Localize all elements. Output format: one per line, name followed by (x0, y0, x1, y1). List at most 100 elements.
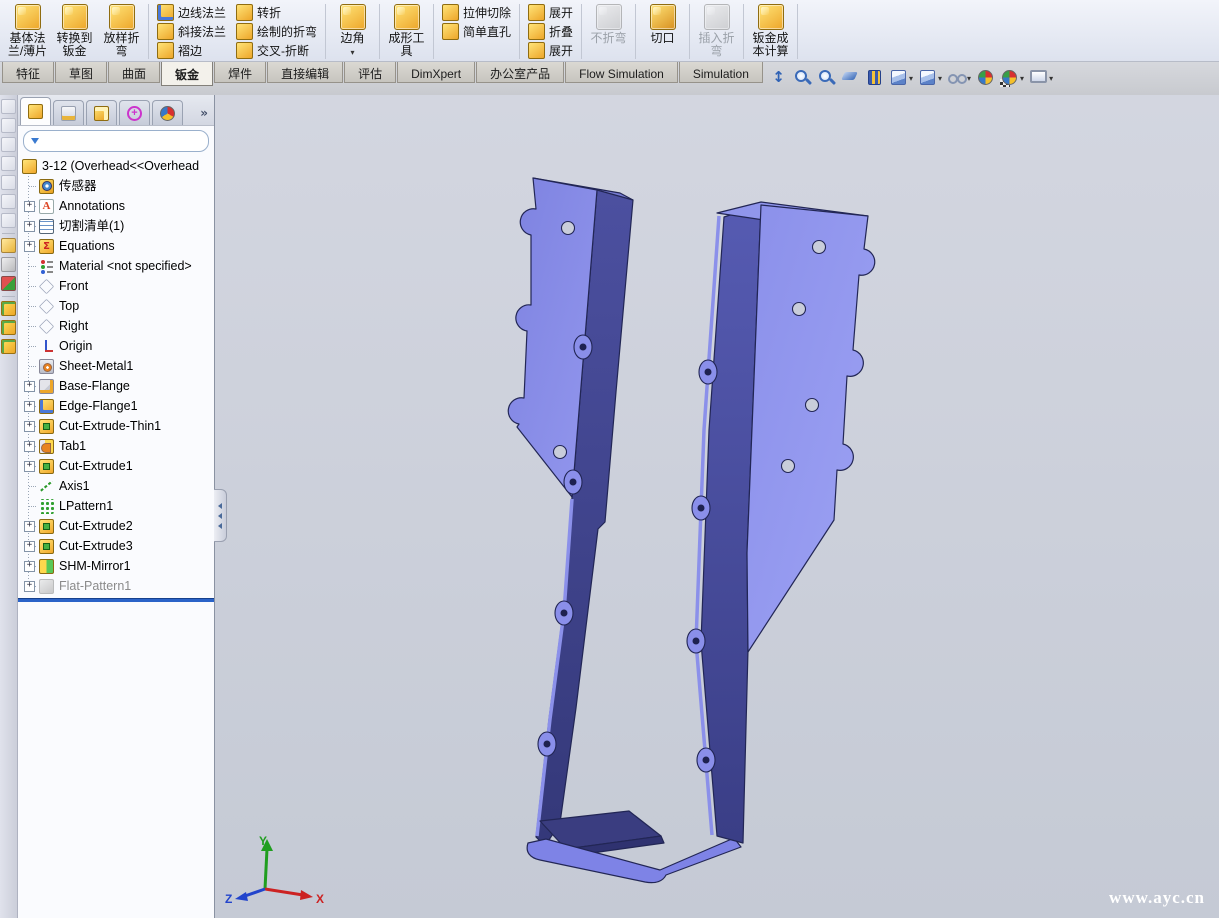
panel-tab-displaymanager[interactable] (152, 100, 183, 125)
ribbon-button-cross-break[interactable]: 交叉-折断 (233, 41, 320, 60)
tab-simulation[interactable]: Simulation (679, 62, 763, 83)
tree-item-right[interactable]: Right (18, 316, 214, 336)
ribbon-button-miter-flange[interactable]: 斜接法兰 (154, 22, 229, 41)
panel-tab-configurationmanager[interactable] (86, 100, 117, 125)
expand-toggle[interactable]: + (24, 241, 35, 252)
tree-item-[interactable]: 传感器 (18, 176, 214, 196)
tree-item-top[interactable]: Top (18, 296, 214, 316)
ribbon-button-sketched-bend[interactable]: 绘制的折弯 (233, 22, 320, 41)
tree-item-base-flange[interactable]: +Base-Flange (18, 376, 214, 396)
view-cube-button[interactable] (1, 99, 16, 114)
tab-焊件[interactable]: 焊件 (214, 62, 266, 83)
tree-item-tab1[interactable]: +Tab1 (18, 436, 214, 456)
view-cube-button[interactable] (1, 118, 16, 133)
tree-item-3-12-overhead-overhead[interactable]: 3-12 (Overhead<<Overhead (18, 156, 214, 176)
zoom-to-fit-button[interactable] (768, 67, 789, 88)
ribbon-button-insert-bends[interactable]: 插入折弯 (693, 2, 740, 61)
ribbon-button-simple-hole[interactable]: 简单直孔 (439, 22, 514, 41)
tree-item-origin[interactable]: Origin (18, 336, 214, 356)
expand-toggle[interactable]: + (24, 461, 35, 472)
tab-直接编辑[interactable]: 直接编辑 (267, 62, 343, 83)
sketch-pencil-gray-button[interactable] (1, 257, 16, 272)
tab-草图[interactable]: 草图 (55, 62, 107, 83)
expand-toggle[interactable]: + (24, 381, 35, 392)
view-cube-button[interactable] (1, 156, 16, 171)
apply-scene-button[interactable]: ▾ (999, 67, 1025, 88)
tree-item-cut-extrude1[interactable]: +Cut-Extrude1 (18, 456, 214, 476)
tab-dimxpert[interactable]: DimXpert (397, 62, 475, 83)
ribbon-button-hem[interactable]: 褶边 (154, 41, 229, 60)
panel-tab-dimxpertmanager[interactable] (119, 100, 150, 125)
ribbon-button-lofted-bend[interactable]: 放样折弯 (98, 2, 145, 61)
ribbon-button-edge-flange[interactable]: 边线法兰 (154, 3, 229, 22)
ribbon-button-flatten[interactable]: 展开 (525, 41, 576, 60)
edit-appearance-button[interactable] (975, 67, 996, 88)
view-cube-button[interactable] (1, 213, 16, 228)
ribbon-button-base-flange-tab[interactable]: 基体法兰/薄片 (4, 2, 51, 61)
graphics-area[interactable]: Y X Z www.ayc.cn (215, 95, 1219, 918)
ribbon-button-no-bends[interactable]: 不折弯 (585, 2, 632, 61)
tree-item-axis1[interactable]: Axis1 (18, 476, 214, 496)
tab-特征[interactable]: 特征 (2, 62, 54, 83)
reference-geometry-button[interactable] (1, 276, 16, 291)
panel-tab-propertymanager[interactable] (53, 100, 84, 125)
tree-item-annotations[interactable]: +Annotations (18, 196, 214, 216)
view-orientation-button[interactable]: ▾ (888, 67, 914, 88)
ribbon-button-jog[interactable]: 转折 (233, 3, 320, 22)
section-view-button[interactable] (840, 67, 861, 88)
previous-view-button[interactable] (816, 67, 837, 88)
tab-评估[interactable]: 评估 (344, 62, 396, 83)
expand-toggle[interactable]: + (24, 441, 35, 452)
view-cube-button[interactable] (1, 137, 16, 152)
expand-toggle[interactable]: + (24, 401, 35, 412)
tab-办公室产品[interactable]: 办公室产品 (476, 62, 564, 83)
sketch-pencil-yellow-button[interactable] (1, 238, 16, 253)
ribbon-button-sheetmetal-cost[interactable]: 钣金成本计算 (747, 2, 794, 61)
ribbon-button-unfold[interactable]: 展开 (525, 3, 576, 22)
feature-filter-input[interactable] (44, 133, 201, 149)
expand-toggle[interactable]: + (24, 521, 35, 532)
view-settings-button[interactable]: ▾ (1028, 67, 1054, 88)
expand-toggle[interactable]: + (24, 541, 35, 552)
ribbon-button-rip[interactable]: 切口 (639, 2, 686, 61)
panel-tab-featuremanager-part[interactable] (20, 97, 51, 125)
tree-item-1[interactable]: +切割清单(1) (18, 216, 214, 236)
tab-钣金[interactable]: 钣金 (161, 62, 213, 86)
expand-toggle[interactable]: + (24, 221, 35, 232)
zoom-to-area-button[interactable] (792, 67, 813, 88)
tree-item-flat-pattern1[interactable]: +Flat-Pattern1 (18, 576, 214, 596)
3d-drawing-view-button[interactable] (864, 67, 885, 88)
tree-item-shm-mirror1[interactable]: +SHM-Mirror1 (18, 556, 214, 576)
yellow-tool-1-button[interactable] (1, 301, 16, 316)
tree-item-material-not-specified[interactable]: Material <not specified> (18, 256, 214, 276)
expand-toggle[interactable]: + (24, 421, 35, 432)
ribbon-button-corner[interactable]: 边角▾ (329, 2, 376, 61)
rollback-bar[interactable] (18, 598, 214, 602)
ribbon-button-forming-tool[interactable]: 成形工具 (383, 2, 430, 61)
yellow-tool-3-button[interactable] (1, 339, 16, 354)
tree-item-front[interactable]: Front (18, 276, 214, 296)
tab-曲面[interactable]: 曲面 (108, 62, 160, 83)
tree-item-lpattern1[interactable]: LPattern1 (18, 496, 214, 516)
tree-item-edge-flange1[interactable]: +Edge-Flange1 (18, 396, 214, 416)
tree-item-cut-extrude2[interactable]: +Cut-Extrude2 (18, 516, 214, 536)
tree-item-cut-extrude3[interactable]: +Cut-Extrude3 (18, 536, 214, 556)
3d-model-joist-hanger[interactable] (215, 95, 1219, 918)
panel-tabs-overflow-button[interactable]: » (196, 101, 212, 125)
tree-item-sheet-metal1[interactable]: Sheet-Metal1 (18, 356, 214, 376)
ribbon-button-extruded-cut[interactable]: 拉伸切除 (439, 3, 514, 22)
hide-show-items-button[interactable]: ▾ (946, 67, 972, 88)
tab-flow-simulation[interactable]: Flow Simulation (565, 62, 678, 83)
tree-item-equations[interactable]: +Equations (18, 236, 214, 256)
expand-toggle[interactable]: + (24, 561, 35, 572)
display-style-button[interactable]: ▾ (917, 67, 943, 88)
view-cube-button[interactable] (1, 194, 16, 209)
expand-toggle[interactable]: + (24, 201, 35, 212)
view-cube-button[interactable] (1, 175, 16, 190)
ribbon-button-convert-to-sheetmetal[interactable]: 转换到钣金 (51, 2, 98, 61)
tree-item-cut-extrude-thin1[interactable]: +Cut-Extrude-Thin1 (18, 416, 214, 436)
ribbon-button-fold[interactable]: 折叠 (525, 22, 576, 41)
expand-toggle[interactable]: + (24, 581, 35, 592)
yellow-tool-2-button[interactable] (1, 320, 16, 335)
panel-splitter[interactable] (214, 489, 227, 542)
